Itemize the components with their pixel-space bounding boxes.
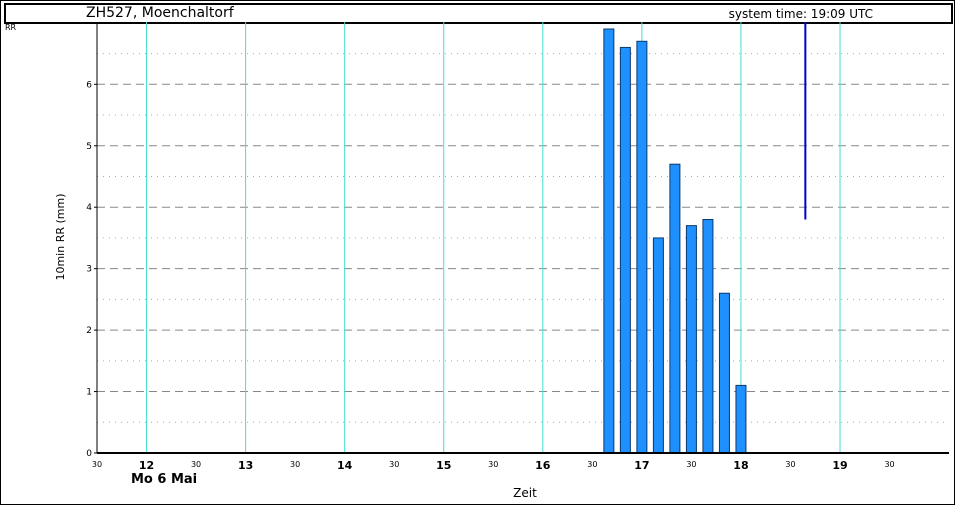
x-axis-title: Zeit: [513, 486, 537, 500]
half-hour-tick-label: 30: [587, 460, 597, 469]
hour-tick-label: 16: [535, 459, 551, 472]
rain-bar: [718, 292, 730, 454]
rain-chart: 012345612 13 14 15 16 17 18 1930 30 30 30 30 30 30 30 3…: [5, 22, 949, 500]
date-label: Mo 6 Mai: [131, 472, 197, 487]
hour-tick-label: 15: [436, 459, 451, 472]
half-hour-tick-label: 30: [785, 460, 795, 469]
rain-bar: [702, 218, 714, 454]
rain-bar: [685, 225, 697, 454]
hour-tick-label: 14: [337, 459, 353, 472]
half-hour-tick-label: 30: [92, 460, 102, 469]
y-tick-label: 6: [86, 80, 92, 90]
rain-bar: [636, 40, 648, 454]
half-hour-tick-label: 30: [191, 460, 201, 469]
y-tick-label: 1: [86, 388, 92, 398]
corner-label: RR: [5, 23, 17, 32]
hour-tick-label: 19: [832, 459, 847, 472]
rain-bar: [619, 46, 631, 454]
hour-tick-label: 12: [139, 459, 154, 472]
half-hour-tick-label: 30: [686, 460, 696, 469]
rain-bar: [669, 163, 681, 454]
rain-bar: [603, 28, 615, 454]
y-tick-label: 2: [86, 326, 92, 336]
half-hour-tick-label: 30: [884, 460, 894, 469]
rain-bar: [652, 237, 664, 454]
hour-tick-label: 17: [634, 459, 649, 472]
half-hour-tick-label: 30: [488, 460, 498, 469]
hour-tick-label: 18: [733, 459, 748, 472]
y-tick-label: 3: [86, 265, 92, 275]
rain-bar: [735, 384, 747, 454]
half-hour-tick-label: 30: [389, 460, 399, 469]
half-hour-tick-label: 30: [290, 460, 300, 469]
hour-tick-label: 13: [238, 459, 253, 472]
y-tick-label: 4: [86, 203, 92, 213]
y-tick-label: 5: [86, 142, 92, 152]
y-axis-title: 10min RR (mm): [54, 193, 67, 280]
y-tick-label: 0: [86, 449, 92, 459]
